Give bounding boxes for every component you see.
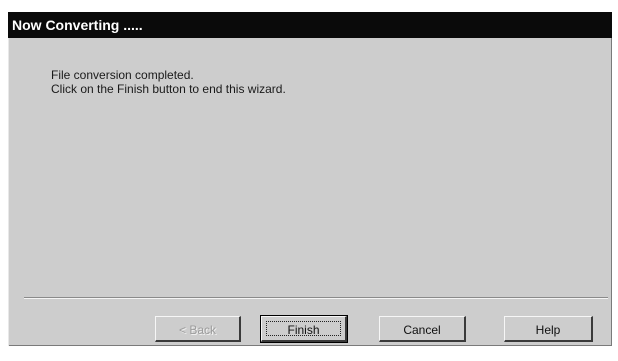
cancel-button[interactable]: Cancel	[379, 316, 466, 342]
finish-button-label: Finish	[287, 323, 320, 337]
message-line-completed: File conversion completed.	[51, 68, 194, 82]
help-button[interactable]: Help	[504, 316, 593, 342]
finish-button[interactable]: Finish	[260, 315, 348, 343]
message-line-instruction: Click on the Finish button to end this w…	[51, 82, 286, 96]
status-message: File conversion completed. Click on the …	[51, 68, 286, 96]
dialog-title: Now Converting .....	[8, 12, 612, 38]
wizard-dialog: Now Converting ..... File conversion com…	[8, 12, 612, 346]
back-button[interactable]: < Back	[155, 316, 241, 342]
button-separator	[24, 297, 608, 299]
